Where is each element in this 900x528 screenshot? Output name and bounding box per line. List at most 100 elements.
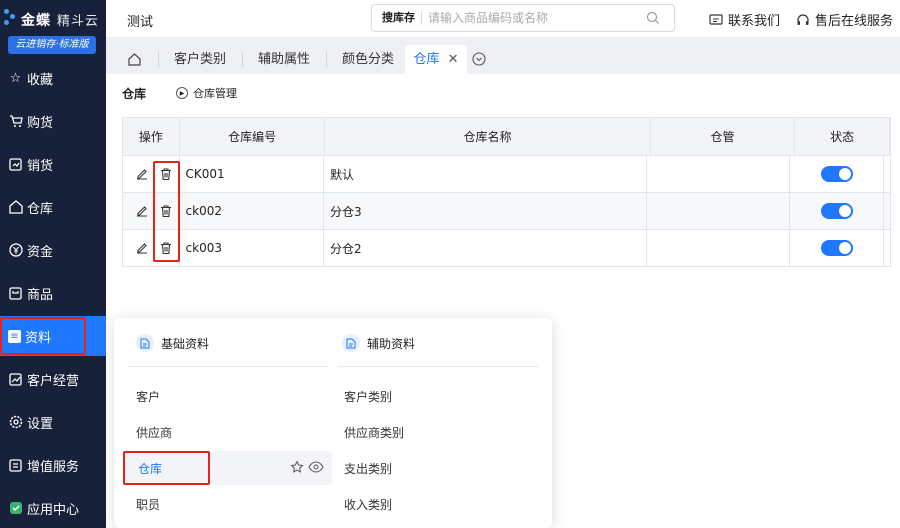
table-row[interactable]: ck002 分仓3 bbox=[123, 193, 891, 230]
menu-item-supplier[interactable]: 供应商 bbox=[136, 424, 172, 441]
menu-item-supplier-category[interactable]: 供应商类别 bbox=[344, 424, 404, 441]
document-icon bbox=[342, 334, 360, 352]
document-icon bbox=[136, 334, 154, 352]
sidebar-item-purchase[interactable]: 购货 bbox=[0, 101, 106, 141]
tab-aux-attributes[interactable]: 辅助属性 bbox=[248, 45, 320, 74]
search-input[interactable] bbox=[422, 11, 632, 25]
cart-icon bbox=[8, 114, 23, 129]
basic-data-title: 基础资料 bbox=[161, 336, 210, 351]
message-icon bbox=[709, 13, 723, 25]
status-cell bbox=[790, 156, 884, 192]
tab-warehouse-label: 仓库 bbox=[413, 52, 440, 67]
warehouse-code: ck002 bbox=[180, 193, 324, 229]
row-actions bbox=[123, 156, 180, 192]
sidebar-item-customer-ops[interactable]: 客户经营 bbox=[0, 359, 106, 399]
tab-warehouse[interactable]: 仓库 ✕ bbox=[405, 45, 467, 74]
top-header: 测试 搜库存 联系我们 售后在线服务 bbox=[106, 0, 900, 38]
status-toggle[interactable] bbox=[820, 240, 853, 256]
sidebar-item-sales[interactable]: 销货 bbox=[0, 144, 106, 184]
close-icon[interactable]: ✕ bbox=[448, 52, 459, 67]
tab-color-category[interactable]: 颜色分类 bbox=[332, 45, 404, 74]
tab-customer-category[interactable]: 客户类别 bbox=[164, 45, 236, 74]
delete-icon[interactable] bbox=[159, 241, 173, 255]
star-icon[interactable] bbox=[290, 460, 304, 474]
logo-mark-icon bbox=[4, 9, 18, 29]
brand-name-text: 金蝶 bbox=[21, 13, 51, 29]
table-header-row: 操作 仓库编号 仓库名称 仓管 状态 bbox=[123, 118, 892, 156]
warehouse-manager bbox=[647, 230, 791, 266]
company-name[interactable]: 测试 bbox=[127, 11, 153, 30]
table-row[interactable]: CK001 默认 bbox=[123, 156, 891, 193]
brand-name: 金蝶 精斗云 bbox=[21, 10, 99, 30]
row-actions bbox=[123, 230, 180, 266]
edit-icon[interactable] bbox=[135, 241, 149, 255]
status-toggle[interactable] bbox=[820, 166, 853, 182]
row-spacer bbox=[884, 193, 891, 229]
delete-icon[interactable] bbox=[159, 204, 173, 218]
edit-icon[interactable] bbox=[135, 204, 149, 218]
delete-icon[interactable] bbox=[159, 167, 173, 181]
service-icon bbox=[8, 458, 23, 473]
star-icon: ☆ bbox=[9, 70, 22, 86]
contact-us-label: 联系我们 bbox=[728, 14, 781, 29]
menu-item-customer[interactable]: 客户 bbox=[136, 388, 160, 405]
brand-logo[interactable]: 金蝶 精斗云 云进销存·标准版 bbox=[0, 0, 106, 58]
search-box[interactable]: 搜库存 bbox=[371, 4, 675, 32]
edition-badge: 云进销存·标准版 bbox=[8, 36, 96, 54]
tab-bar: 客户类别 辅助属性 颜色分类 仓库 ✕ bbox=[106, 38, 900, 74]
sidebar-item-favorites[interactable]: ☆ 收藏 bbox=[0, 58, 106, 98]
page-title: 仓库 bbox=[122, 87, 147, 101]
sidebar-item-label: 应用中心 bbox=[27, 502, 80, 518]
column-header-status[interactable]: 状态 bbox=[795, 118, 891, 155]
status-toggle[interactable] bbox=[820, 203, 853, 219]
column-header-spacer bbox=[890, 118, 892, 155]
yen-icon bbox=[8, 243, 23, 258]
contact-us-link[interactable]: 联系我们 bbox=[709, 10, 780, 29]
menu-item-expense-category[interactable]: 支出类别 bbox=[344, 460, 392, 477]
warehouse-name: 分仓3 bbox=[324, 193, 647, 229]
sidebar-item-app-center[interactable]: 应用中心 bbox=[0, 488, 106, 528]
status-cell bbox=[790, 193, 884, 229]
column-header-code[interactable]: 仓库编号 bbox=[180, 118, 326, 155]
table-row[interactable]: ck003 分仓2 bbox=[123, 230, 891, 267]
tab-separator bbox=[242, 52, 243, 67]
menu-item-staff[interactable]: 职员 bbox=[136, 496, 160, 513]
sidebar-item-value-added[interactable]: 增值服务 bbox=[0, 445, 106, 485]
column-header-manager[interactable]: 仓管 bbox=[651, 118, 796, 155]
basic-data-heading: 基础资料 bbox=[136, 334, 209, 352]
sidebar-item-warehouse[interactable]: 仓库 bbox=[0, 187, 106, 227]
eye-icon[interactable] bbox=[308, 460, 324, 474]
sidebar-item-label: 资料 bbox=[25, 330, 52, 346]
sidebar-item-label: 设置 bbox=[27, 416, 54, 432]
sidebar-item-goods[interactable]: 商品 bbox=[0, 273, 106, 313]
row-spacer bbox=[884, 156, 891, 192]
search-scope-select[interactable]: 搜库存 bbox=[372, 11, 422, 25]
sidebar-item-label: 收藏 bbox=[27, 72, 54, 88]
sidebar-item-settings[interactable]: 设置 bbox=[0, 402, 106, 442]
sidebar-item-funds[interactable]: 资金 bbox=[0, 230, 106, 270]
search-icon[interactable] bbox=[646, 11, 660, 25]
tab-more-button[interactable] bbox=[472, 52, 486, 70]
tab-home[interactable] bbox=[114, 45, 154, 74]
divider bbox=[128, 366, 328, 367]
menu-item-warehouse[interactable]: 仓库 bbox=[124, 451, 332, 485]
menu-item-customer-category[interactable]: 客户类别 bbox=[344, 388, 392, 405]
online-support-link[interactable]: 售后在线服务 bbox=[796, 10, 893, 29]
chevron-down-icon bbox=[472, 52, 486, 66]
sidebar-item-label: 购货 bbox=[27, 115, 54, 131]
warehouse-name: 分仓2 bbox=[324, 230, 647, 266]
sidebar-item-data[interactable]: ≡ 资料 bbox=[0, 316, 106, 356]
warehouse-code: ck003 bbox=[180, 230, 324, 266]
row-spacer bbox=[884, 230, 891, 266]
sidebar-item-label: 增值服务 bbox=[27, 459, 80, 475]
sidebar-item-label: 商品 bbox=[27, 287, 54, 303]
divider bbox=[338, 366, 538, 367]
menu-item-actions bbox=[290, 460, 324, 474]
edit-icon[interactable] bbox=[135, 167, 149, 181]
data-icon: ≡ bbox=[8, 329, 21, 343]
brand-product-text: 精斗云 bbox=[56, 14, 99, 29]
warehouse-management-link[interactable]: ▶ 仓库管理 bbox=[176, 85, 237, 101]
column-header-name[interactable]: 仓库名称 bbox=[325, 118, 651, 155]
sidebar-item-label: 仓库 bbox=[27, 201, 54, 217]
menu-item-income-category[interactable]: 收入类别 bbox=[344, 496, 392, 513]
